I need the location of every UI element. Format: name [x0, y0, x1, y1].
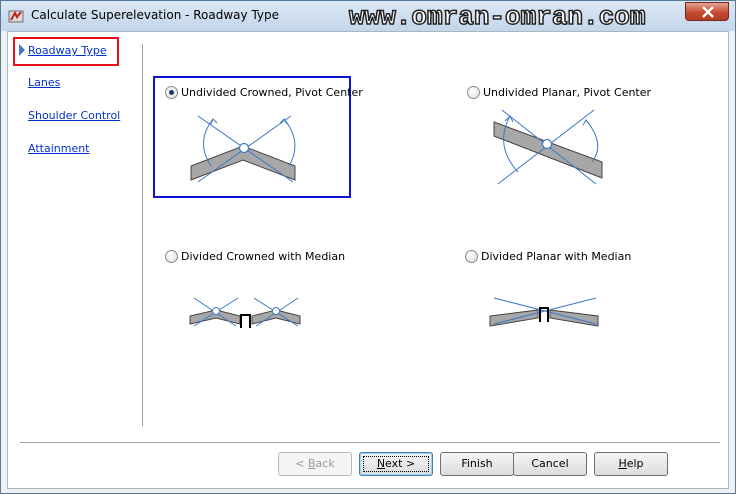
nav-arrow-icon: [19, 44, 25, 56]
option-label-divided-planar[interactable]: Divided Planar with Median: [481, 250, 631, 263]
close-button[interactable]: [685, 2, 729, 21]
vertical-divider: [142, 44, 143, 426]
option-label-divided-crowned[interactable]: Divided Crowned with Median: [181, 250, 345, 263]
title-bar[interactable]: Calculate Superelevation - Roadway Type …: [1, 1, 735, 33]
nav-item-attainment[interactable]: Attainment: [28, 142, 90, 155]
undivided-crowned-diagram: [190, 115, 296, 183]
app-icon: [8, 10, 24, 23]
radio-undivided-crowned[interactable]: [165, 86, 178, 99]
dialog-window: Calculate Superelevation - Roadway Type …: [0, 0, 736, 494]
radio-divided-crowned[interactable]: [165, 250, 178, 263]
help-button[interactable]: Help: [594, 452, 668, 476]
radio-divided-planar[interactable]: [465, 250, 478, 263]
close-icon: [702, 6, 714, 18]
nav-item-lanes[interactable]: Lanes: [28, 76, 60, 89]
cancel-button[interactable]: Cancel: [513, 452, 587, 476]
horizontal-divider: [20, 442, 720, 443]
option-label-undivided-planar[interactable]: Undivided Planar, Pivot Center: [483, 86, 651, 99]
back-button[interactable]: < Back: [278, 452, 352, 476]
radio-undivided-planar[interactable]: [467, 86, 480, 99]
option-label-undivided-crowned[interactable]: Undivided Crowned, Pivot Center: [181, 86, 363, 99]
next-button[interactable]: Next >: [359, 452, 433, 476]
window-title: Calculate Superelevation - Roadway Type: [31, 8, 280, 22]
wizard-nav: Roadway Type Lanes Shoulder Control Atta…: [8, 32, 142, 432]
nav-item-shoulder-control[interactable]: Shoulder Control: [28, 109, 120, 122]
undivided-planar-diagram: [493, 109, 603, 185]
watermark-text: www.omran-omran.com: [348, 1, 646, 33]
finish-button[interactable]: Finish: [440, 452, 514, 476]
divided-crowned-diagram: [189, 297, 301, 328]
nav-item-roadway-type[interactable]: Roadway Type: [28, 44, 107, 57]
divided-planar-diagram: [489, 297, 599, 327]
dialog-client-area: Roadway Type Lanes Shoulder Control Atta…: [7, 31, 729, 489]
